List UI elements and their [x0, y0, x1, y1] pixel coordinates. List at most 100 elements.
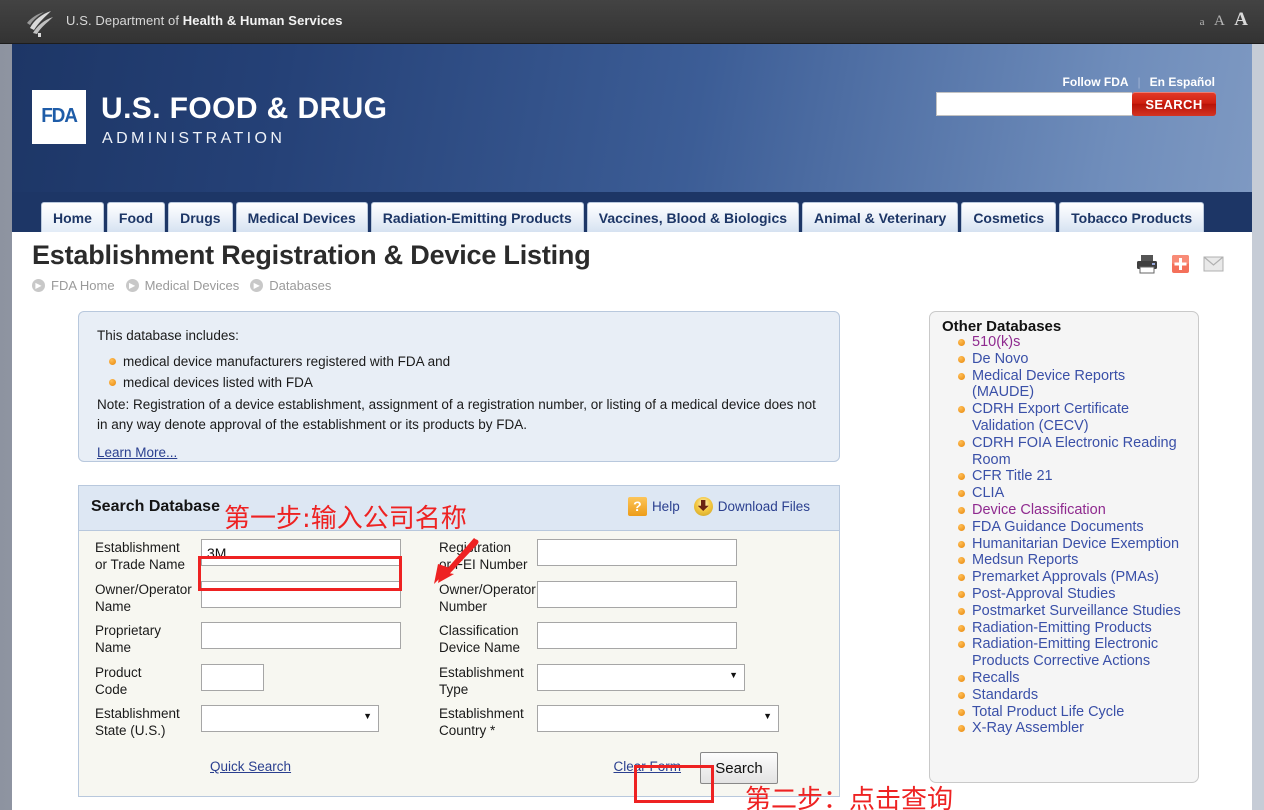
site-search-button[interactable]: SEARCH: [1132, 92, 1216, 116]
fda-title: U.S. FOOD & DRUG: [101, 94, 387, 124]
nav-tab-food[interactable]: Food: [107, 202, 165, 232]
nav-tab-cosmetics[interactable]: Cosmetics: [961, 202, 1056, 232]
nav-tab-tobacco-products[interactable]: Tobacco Products: [1059, 202, 1204, 232]
field-select-wrapper-establishment-state-u-s: [201, 705, 379, 732]
field-label-product-code: ProductCode: [95, 664, 201, 699]
field-select-establishment-country[interactable]: [537, 705, 779, 732]
field-input-product-code[interactable]: [201, 664, 264, 691]
sidebar-list-item: Device Classification: [958, 502, 1190, 519]
help-icon[interactable]: ?: [628, 497, 647, 516]
form-row-establishment-type: EstablishmentType: [439, 664, 839, 699]
print-icon[interactable]: [1136, 254, 1158, 274]
form-row-proprietary-name: ProprietaryName: [79, 622, 485, 657]
nav-tab-home[interactable]: Home: [41, 202, 104, 232]
field-label-establishment-state-u-s: EstablishmentState (U.S.): [95, 705, 201, 740]
breadcrumb-arrow-icon: ▶: [250, 279, 263, 292]
nav-tab-label: Radiation-Emitting Products: [383, 210, 572, 226]
help-link[interactable]: Help: [652, 499, 680, 514]
sidebar-link-cdrh-export-certificate-validation-cecv[interactable]: CDRH Export Certificate Validation (CECV…: [972, 401, 1129, 434]
page-tools: [1136, 254, 1224, 274]
font-size-large-button[interactable]: A: [1234, 9, 1248, 30]
quick-search-link[interactable]: Quick Search: [210, 759, 291, 774]
sidebar-list-item: Recalls: [958, 670, 1190, 687]
search-panel-utilities: ? Help Download Files: [628, 497, 810, 516]
sidebar-list-item: CFR Title 21: [958, 468, 1190, 485]
nav-tab-medical-devices[interactable]: Medical Devices: [236, 202, 368, 232]
field-label-owner-operator-name: Owner/OperatorName: [95, 581, 201, 616]
font-size-small-button[interactable]: a: [1200, 16, 1205, 28]
sidebar-list-item: Medsun Reports: [958, 552, 1190, 569]
sidebar-list-item: Premarket Approvals (PMAs): [958, 569, 1190, 586]
form-right-column: Registrationor FEI NumberOwner/OperatorN…: [439, 539, 839, 747]
sidebar-list-item: Postmarket Surveillance Studies: [958, 603, 1190, 620]
form-row-product-code: ProductCode: [79, 664, 485, 699]
fda-subtitle: ADMINISTRATION: [102, 130, 285, 148]
font-size-controls[interactable]: a A A: [1195, 9, 1248, 31]
nav-tab-radiation-emitting-products[interactable]: Radiation-Emitting Products: [371, 202, 584, 232]
sidebar-link-510-k-s[interactable]: 510(k)s: [972, 334, 1020, 350]
sidebar-link-humanitarian-device-exemption[interactable]: Humanitarian Device Exemption: [972, 536, 1179, 552]
breadcrumb-arrow-icon: ▶: [32, 279, 45, 292]
breadcrumb-link-medical-devices[interactable]: Medical Devices: [145, 278, 240, 293]
sidebar-link-medsun-reports[interactable]: Medsun Reports: [972, 552, 1078, 568]
sidebar-link-standards[interactable]: Standards: [972, 687, 1038, 703]
sidebar-link-medical-device-reports-maude[interactable]: Medical Device Reports (MAUDE): [972, 368, 1125, 401]
nav-tab-vaccines-blood-biologics[interactable]: Vaccines, Blood & Biologics: [587, 202, 799, 232]
nav-tab-label: Home: [53, 210, 92, 226]
share-icon[interactable]: [1169, 254, 1191, 274]
field-input-owner-operator-number[interactable]: [537, 581, 737, 608]
sidebar-link-fda-guidance-documents[interactable]: FDA Guidance Documents: [972, 519, 1144, 535]
breadcrumb-link-databases[interactable]: Databases: [269, 278, 331, 293]
sidebar-list-item: 510(k)s: [958, 334, 1190, 351]
database-info-box: This database includes: medical device m…: [78, 311, 840, 462]
nav-tab-animal-veterinary[interactable]: Animal & Veterinary: [802, 202, 958, 232]
learn-more-link[interactable]: Learn More...: [97, 443, 177, 462]
fda-logo[interactable]: FDA: [32, 90, 86, 144]
site-search-input[interactable]: [936, 92, 1132, 116]
nav-tab-list: Home FoodDrugs Medical Devices Radiation-Em…: [41, 192, 1252, 232]
sidebar-link-x-ray-assembler[interactable]: X-Ray Assembler: [972, 720, 1084, 736]
download-icon[interactable]: [694, 497, 713, 516]
sidebar-link-premarket-approvals-pmas[interactable]: Premarket Approvals (PMAs): [972, 569, 1159, 585]
sidebar-link-recalls[interactable]: Recalls: [972, 670, 1020, 686]
sidebar-link-device-classification[interactable]: Device Classification: [972, 502, 1106, 518]
field-input-classification-device-name[interactable]: [537, 622, 737, 649]
field-input-establishment-or-trade-name[interactable]: [201, 539, 401, 566]
hhs-top-bar: U.S. Department of Health & Human Servic…: [0, 0, 1264, 44]
field-select-establishment-type[interactable]: [537, 664, 745, 691]
font-size-medium-button[interactable]: A: [1214, 13, 1225, 29]
clear-form-link[interactable]: Clear Form: [613, 759, 681, 774]
sidebar-link-postmarket-surveillance-studies[interactable]: Postmarket Surveillance Studies: [972, 603, 1181, 619]
nav-tab-label: Vaccines, Blood & Biologics: [599, 210, 787, 226]
field-input-proprietary-name[interactable]: [201, 622, 401, 649]
field-select-establishment-state-u-s[interactable]: [201, 705, 379, 732]
sidebar-title: Other Databases: [942, 318, 1061, 335]
sidebar-link-cdrh-foia-electronic-reading-room[interactable]: CDRH FOIA Electronic Reading Room: [972, 435, 1177, 468]
site-search: SEARCH: [936, 92, 1216, 116]
page-content: Establishment Registration & Device List…: [12, 232, 1252, 810]
field-select-wrapper-establishment-type: [537, 664, 745, 691]
sidebar-link-clia[interactable]: CLIA: [972, 485, 1004, 501]
sidebar-link-radiation-emitting-products[interactable]: Radiation-Emitting Products: [972, 620, 1152, 636]
form-row-owner-operator-number: Owner/OperatorNumber: [439, 581, 839, 616]
fda-banner: FDA U.S. FOOD & DRUG ADMINISTRATION Foll…: [12, 44, 1252, 192]
sidebar-list-item: Humanitarian Device Exemption: [958, 536, 1190, 553]
info-bullet-item: medical devices listed with FDA: [123, 373, 821, 392]
step1-arrow-annotation: [404, 538, 488, 588]
field-input-owner-operator-name[interactable]: [201, 581, 401, 608]
nav-tab-drugs[interactable]: Drugs: [168, 202, 232, 232]
email-icon[interactable]: [1202, 254, 1224, 274]
sidebar-link-total-product-life-cycle[interactable]: Total Product Life Cycle: [972, 704, 1124, 720]
sidebar-link-cfr-title-21[interactable]: CFR Title 21: [972, 468, 1053, 484]
field-input-registration-or-fei-number[interactable]: [537, 539, 737, 566]
download-files-link[interactable]: Download Files: [718, 499, 810, 514]
sidebar-link-radiation-emitting-electronic-products-corrective-actions[interactable]: Radiation-Emitting Electronic Products C…: [972, 636, 1158, 669]
form-row-classification-device-name: ClassificationDevice Name: [439, 622, 839, 657]
field-label-classification-device-name: ClassificationDevice Name: [439, 622, 537, 657]
nav-tab-label: Medical Devices: [248, 210, 356, 226]
sidebar-link-de-novo[interactable]: De Novo: [972, 351, 1028, 367]
follow-fda-link[interactable]: Follow FDA: [1063, 75, 1129, 89]
sidebar-link-post-approval-studies[interactable]: Post-Approval Studies: [972, 586, 1115, 602]
en-espanol-link[interactable]: En Español: [1150, 75, 1215, 89]
breadcrumb-link-fda-home[interactable]: FDA Home: [51, 278, 115, 293]
